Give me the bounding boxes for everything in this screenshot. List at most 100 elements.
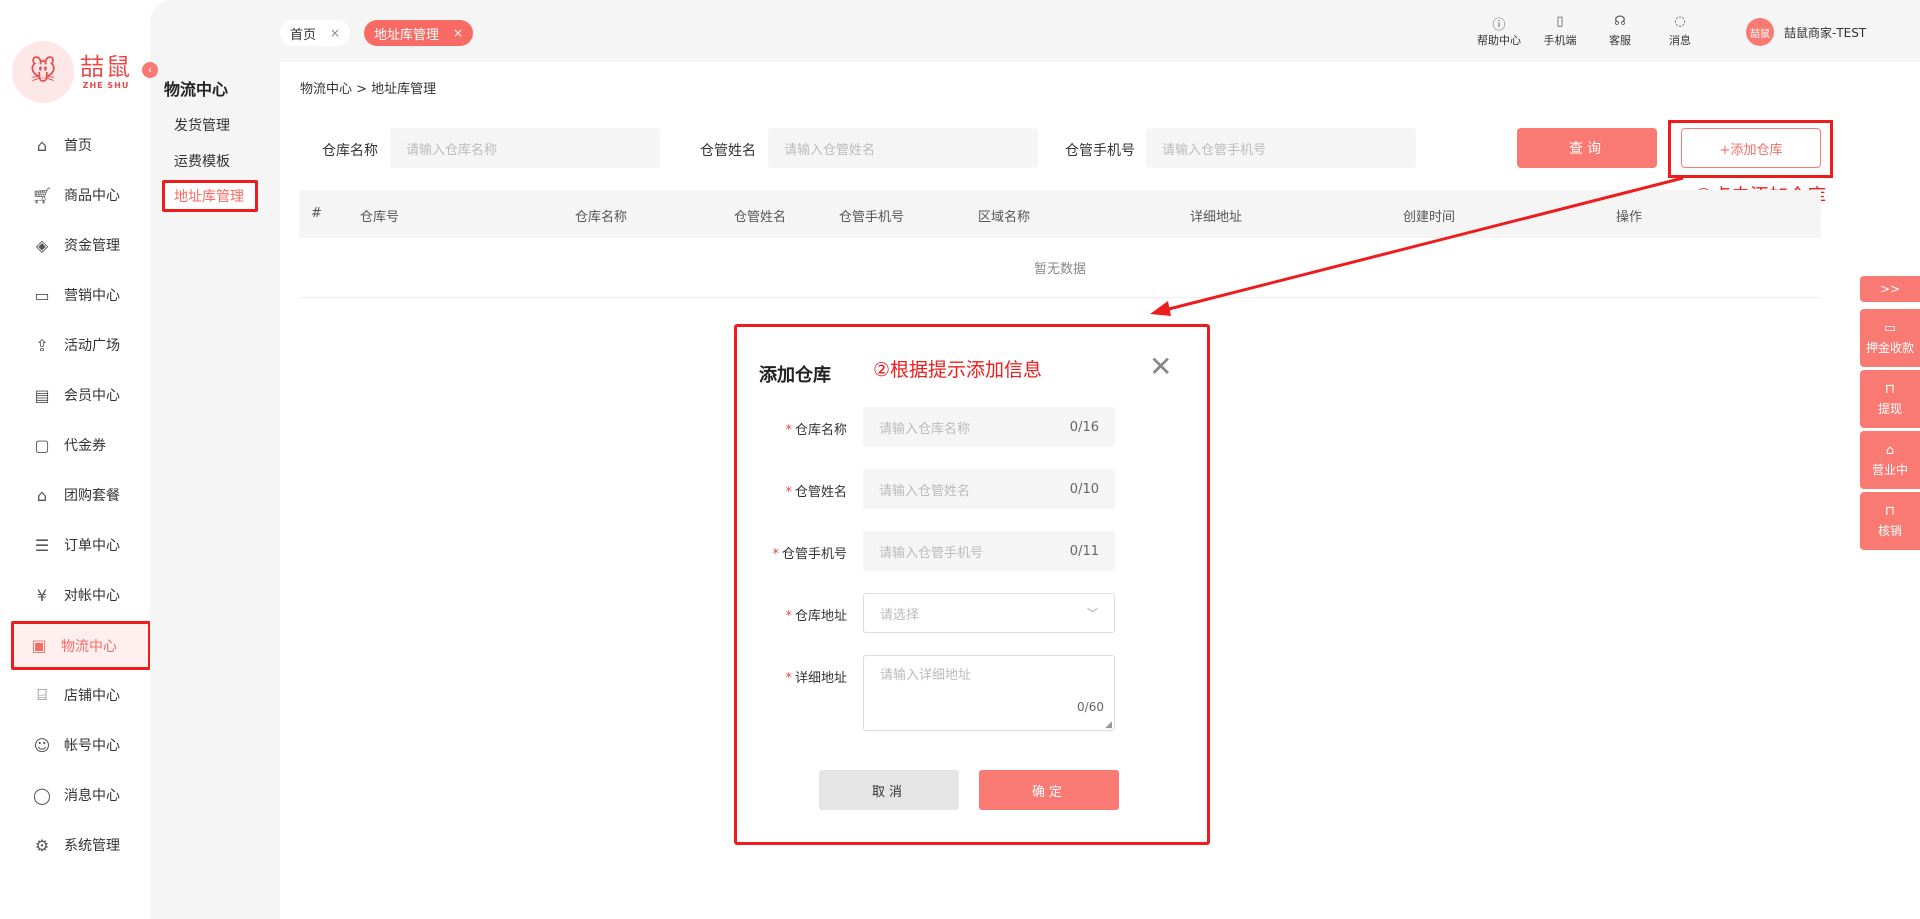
sidebar-item-coupon[interactable]: ▢ 代金券 [14, 422, 150, 468]
sidebar-item-label: 物流中心 [61, 638, 117, 655]
sidebar: 🐭 喆鼠 ZHE SHU ⌂ 首页 🛒︎ 商品中心 ◈ 资金管理 ▭ 营销中心 … [0, 0, 151, 919]
right-bar-label: 押金收款 [1865, 340, 1914, 355]
keeper-phone-field[interactable]: 请输入仓管手机号 0/11 [863, 531, 1115, 571]
verify-icon: ⊓ [1884, 503, 1896, 519]
customer-service-button[interactable]: ☊ 客服 [1595, 14, 1645, 48]
right-bar-deposit[interactable]: ▭ 押金收款 [1860, 309, 1920, 367]
right-bar-open[interactable]: ⌂ 营业中 [1860, 431, 1920, 489]
char-count: 0/16 [1069, 419, 1099, 435]
required-mark: * [785, 423, 792, 438]
box-icon: ▣ [31, 636, 47, 655]
sidebar-item-funds[interactable]: ◈ 资金管理 [14, 222, 150, 268]
resize-handle-icon[interactable]: ◢ [1105, 720, 1112, 730]
help-icon: ⓘ [1492, 18, 1506, 33]
sidebar-item-activity[interactable]: ⇪ 活动广场 [14, 322, 150, 368]
sidebar-item-group-buy[interactable]: ⌂ 团购套餐 [14, 472, 150, 518]
message-button[interactable]: ◌ 消息 [1655, 14, 1705, 48]
confirm-button[interactable]: 确定 [979, 770, 1119, 810]
sidebar-item-goods[interactable]: 🛒︎ 商品中心 [14, 172, 150, 218]
column-header: 仓库名称 [575, 210, 628, 225]
field-label-text: 仓管姓名 [794, 485, 847, 500]
subnav-item-shipping[interactable]: 发货管理 [174, 115, 230, 135]
sidebar-item-logistics[interactable]: ▣ 物流中心 [11, 621, 151, 670]
annotation-highlight-box [1668, 120, 1833, 178]
subnav-item-freight-template[interactable]: 运费模板 [174, 151, 230, 171]
cancel-button[interactable]: 取消 [819, 770, 959, 810]
column-header: # [311, 206, 322, 221]
keeper-name-field[interactable]: 请输入仓管姓名 0/10 [863, 469, 1115, 509]
right-bar-toggle[interactable]: >> [1860, 276, 1920, 302]
warehouse-name-input[interactable]: 请输入仓库名称 [390, 128, 660, 168]
top-bar: 首页 × 地址库管理 × ⓘ 帮助中心 ▯ 手机端 ☊ 客服 ◌ 消息 喆鼠 喆… [280, 0, 1920, 62]
field-label-detail-address: * 详细地址 [751, 667, 847, 686]
sidebar-item-system[interactable]: ⚙ 系统管理 [14, 822, 150, 868]
tab-address-library[interactable]: 地址库管理 × [364, 20, 474, 46]
breadcrumb-current: > 地址库管理 [356, 82, 437, 97]
sidebar-item-orders[interactable]: ☰ 订单中心 [14, 522, 150, 568]
tag-icon: ⌂ [36, 485, 48, 505]
marketing-icon: ▭ [34, 285, 50, 305]
logo-en: ZHE SHU [82, 80, 130, 90]
tab-home[interactable]: 首页 × [280, 20, 351, 46]
keeper-phone-input[interactable]: 请输入仓管手机号 [1146, 128, 1416, 168]
sidebar-item-home[interactable]: ⌂ 首页 [14, 122, 150, 168]
column-header: 创建时间 [1403, 210, 1456, 225]
column-header: 仓管姓名 [734, 210, 787, 225]
sidebar-item-label: 帐号中心 [64, 738, 120, 754]
sidebar-item-label: 订单中心 [64, 538, 120, 554]
sidebar-item-account[interactable]: ☺ 帐号中心 [14, 722, 150, 768]
warehouse-address-select[interactable]: 请选择 ﹀ [863, 593, 1115, 633]
detail-address-textarea[interactable]: 请输入详细地址 0/60 ◢ [863, 655, 1115, 731]
sidebar-item-store[interactable]: ⌸ 店铺中心 [14, 672, 150, 718]
warehouse-name-label: 仓库名称 [322, 143, 378, 159]
sidebar-item-messages[interactable]: ◯ 消息中心 [14, 772, 150, 818]
cart-icon: 🛒︎ [31, 185, 53, 205]
user-menu[interactable]: 喆鼠 喆鼠商家-TEST [1746, 18, 1866, 46]
field-label-warehouse-name: * 仓库名称 [751, 419, 847, 438]
sidebar-item-label: 店铺中心 [64, 688, 120, 704]
shop-icon: ⌂ [1885, 442, 1895, 458]
mobile-button[interactable]: ▯ 手机端 [1535, 14, 1585, 48]
add-warehouse-dialog: 添加仓库 ②根据提示添加信息 ✕ * 仓库名称 请输入仓库名称 0/16 * 仓管姓… [734, 324, 1210, 845]
close-icon[interactable]: ✕ [1149, 353, 1172, 381]
keeper-name-input[interactable]: 请输入仓管姓名 [768, 128, 1038, 168]
chat-icon: ◯ [33, 785, 51, 805]
close-icon[interactable]: × [330, 26, 340, 40]
message-icon: ◌ [1674, 14, 1686, 29]
right-bar-verify[interactable]: ⊓ 核销 [1860, 492, 1920, 550]
right-bar-withdraw[interactable]: ⊓ 提现 [1860, 370, 1920, 428]
column-header: 仓库号 [360, 210, 400, 225]
required-mark: * [785, 671, 792, 686]
activity-icon: ⇪ [35, 335, 49, 355]
sidebar-item-member[interactable]: ▤ 会员中心 [14, 372, 150, 418]
layers-icon: ◈ [35, 235, 49, 255]
order-icon: ☰ [34, 535, 50, 555]
help-center-button[interactable]: ⓘ 帮助中心 [1474, 14, 1524, 48]
tool-label: 帮助中心 [1477, 34, 1521, 47]
field-label-text: 仓库地址 [794, 609, 847, 624]
field-label-text: 详细地址 [794, 671, 847, 686]
store-icon: ⌸ [37, 685, 47, 704]
sidebar-item-marketing[interactable]: ▭ 营销中心 [14, 272, 150, 318]
table-empty-row: 暂无数据 [299, 238, 1821, 298]
field-label-keeper-name: * 仓管姓名 [751, 481, 847, 500]
subnav: 物流中心 发货管理 运费模板 地址库管理 [150, 0, 280, 919]
required-mark: * [785, 485, 792, 500]
sidebar-item-label: 活动广场 [64, 338, 120, 354]
query-button[interactable]: 查询 [1517, 128, 1657, 168]
sidebar-item-label: 代金券 [64, 438, 106, 454]
headset-icon: ☊ [1614, 14, 1626, 29]
coupon-icon: ▢ [34, 435, 50, 455]
breadcrumb: 物流中心 > 地址库管理 [300, 78, 436, 97]
breadcrumb-parent[interactable]: 物流中心 [300, 82, 352, 97]
warehouse-name-field[interactable]: 请输入仓库名称 0/16 [863, 407, 1115, 447]
subnav-item-address-library[interactable]: 地址库管理 [162, 180, 258, 212]
sidebar-item-reconcile[interactable]: ¥ 对帐中心 [14, 572, 150, 618]
user-icon: ☺ [33, 735, 51, 755]
collapse-sidebar-button[interactable]: ‹ [142, 62, 158, 78]
avatar: 喆鼠 [1746, 18, 1774, 46]
close-icon[interactable]: × [453, 26, 463, 40]
tab-label: 首页 [290, 27, 317, 43]
required-mark: * [785, 609, 792, 624]
logo[interactable]: 🐭 喆鼠 ZHE SHU [12, 40, 132, 104]
